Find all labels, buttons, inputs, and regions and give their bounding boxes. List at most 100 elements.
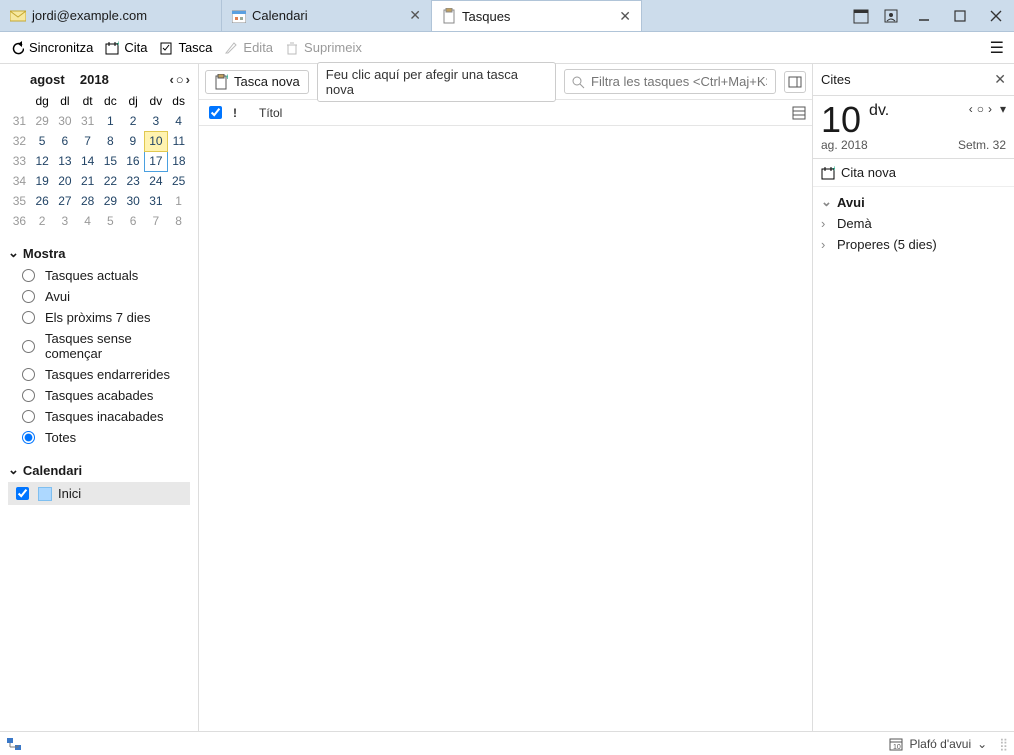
dropdown-icon[interactable]: ▾ [1000, 102, 1006, 116]
status-resize-grip[interactable]: ⣿ [999, 737, 1008, 751]
mostra-radio[interactable] [22, 269, 35, 282]
minical-day[interactable]: 15 [99, 151, 122, 171]
mostra-radio[interactable] [22, 389, 35, 402]
minical-day[interactable]: 25 [167, 171, 190, 191]
minical-day[interactable]: 4 [76, 211, 99, 231]
minical-day[interactable]: 7 [145, 211, 168, 231]
minical-today-button[interactable]: ○ [176, 72, 184, 87]
minical-day[interactable]: 12 [31, 151, 54, 171]
minical-prev-button[interactable]: ‹ [169, 72, 173, 87]
tab-calendar[interactable]: Calendari ✕ [222, 0, 432, 31]
minical-day[interactable]: 2 [122, 111, 145, 131]
mostra-option[interactable]: Tasques actuals [8, 265, 190, 286]
minical-day[interactable]: 26 [31, 191, 54, 211]
tab-tasks[interactable]: Tasques ✕ [432, 0, 642, 31]
minical-day[interactable]: 9 [122, 131, 145, 151]
minical-day[interactable]: 3 [145, 111, 168, 131]
mostra-option[interactable]: Avui [8, 286, 190, 307]
minical-day[interactable]: 31 [145, 191, 168, 211]
minical-day[interactable]: 27 [54, 191, 77, 211]
agenda-section[interactable]: ⌄Avui [813, 191, 1014, 213]
minical-day[interactable]: 7 [76, 131, 99, 151]
mostra-option[interactable]: Tasques inacabades [8, 406, 190, 427]
sync-button[interactable]: Sincronitza [10, 40, 93, 55]
minical-day[interactable]: 20 [54, 171, 77, 191]
mostra-radio[interactable] [22, 368, 35, 381]
minical-day[interactable]: 3 [54, 211, 77, 231]
dropdown-icon[interactable]: ⌄ [977, 737, 987, 751]
calendari-group-header[interactable]: ⌄ Calendari [8, 462, 190, 478]
agenda-section[interactable]: ›Properes (5 dies) [813, 234, 1014, 255]
maximize-button[interactable] [942, 0, 978, 31]
edit-button[interactable]: Edita [224, 40, 273, 55]
done-column-header[interactable] [205, 103, 221, 122]
agenda-section[interactable]: ›Demà [813, 213, 1014, 234]
minical-day[interactable]: 29 [99, 191, 122, 211]
minical-day[interactable]: 29 [31, 111, 54, 131]
minical-day[interactable]: 23 [122, 171, 145, 191]
minical-day[interactable]: 4 [167, 111, 190, 131]
new-task-input[interactable]: Feu clic aquí per afegir una tasca nova [317, 62, 556, 102]
mostra-radio[interactable] [22, 290, 35, 303]
minical-day[interactable]: 14 [76, 151, 99, 171]
right-prev-button[interactable]: ‹ [969, 102, 973, 116]
minical-day[interactable]: 5 [99, 211, 122, 231]
minical-day[interactable]: 28 [76, 191, 99, 211]
minical-next-button[interactable]: › [186, 72, 190, 87]
close-icon[interactable]: ✕ [619, 8, 631, 25]
mostra-group-header[interactable]: ⌄ Mostra [8, 245, 190, 261]
new-task-button[interactable]: Tasca [159, 40, 212, 55]
calendar-item-checkbox[interactable] [16, 487, 29, 500]
mostra-option[interactable]: Els pròxims 7 dies [8, 307, 190, 328]
minical-day[interactable]: 1 [167, 191, 190, 211]
addressbook-shortcut-icon[interactable] [876, 0, 906, 31]
minical-day[interactable]: 17 [145, 151, 168, 171]
minical-day[interactable]: 19 [31, 171, 54, 191]
minical-day[interactable]: 11 [167, 131, 190, 151]
mostra-radio[interactable] [22, 340, 35, 353]
filter-input-wrap[interactable] [564, 69, 776, 94]
mostra-radio[interactable] [22, 410, 35, 423]
minical-day[interactable]: 18 [167, 151, 190, 171]
title-column-header[interactable]: Títol [259, 106, 780, 120]
minical-day[interactable]: 5 [31, 131, 54, 151]
mostra-option[interactable]: Tasques sense començar [8, 328, 190, 364]
new-event-right-button[interactable]: + Cita nova [813, 159, 1014, 187]
mostra-option[interactable]: Tasques endarrerides [8, 364, 190, 385]
today-pane-label[interactable]: Plafó d'avui [909, 737, 971, 751]
menu-button[interactable]: ☰ [990, 38, 1004, 58]
task-list-body[interactable] [199, 126, 812, 731]
mostra-radio[interactable] [22, 311, 35, 324]
right-today-button[interactable]: ○ [977, 102, 984, 116]
minical-day[interactable]: 22 [99, 171, 122, 191]
minical-day[interactable]: 31 [76, 111, 99, 131]
minimize-button[interactable] [906, 0, 942, 31]
delete-button[interactable]: Suprimeix [285, 40, 362, 55]
status-network-icon[interactable] [6, 737, 22, 751]
minical-day[interactable]: 1 [99, 111, 122, 131]
right-next-button[interactable]: › [988, 102, 992, 116]
minical-grid[interactable]: dgdldtdcdjdvds 3129303112343256789101133… [8, 91, 190, 231]
minical-day[interactable]: 6 [122, 211, 145, 231]
minical-day[interactable]: 10 [145, 131, 168, 151]
minical-day[interactable]: 16 [122, 151, 145, 171]
close-icon[interactable]: ✕ [409, 7, 421, 24]
priority-column-header[interactable]: ! [233, 106, 247, 120]
close-right-pane-button[interactable]: ✕ [994, 71, 1006, 88]
minical-day[interactable]: 8 [99, 131, 122, 151]
filter-input[interactable] [589, 73, 769, 90]
tab-mail[interactable]: jordi@example.com [0, 0, 222, 31]
close-window-button[interactable] [978, 0, 1014, 31]
calendar-shortcut-icon[interactable] [846, 0, 876, 31]
mostra-option[interactable]: Totes [8, 427, 190, 448]
minical-day[interactable]: 13 [54, 151, 77, 171]
mostra-option[interactable]: Tasques acabades [8, 385, 190, 406]
new-event-button[interactable]: + Cita [105, 40, 147, 55]
minical-day[interactable]: 8 [167, 211, 190, 231]
calendar-item-inici[interactable]: Inici [8, 482, 190, 505]
minical-day[interactable]: 30 [122, 191, 145, 211]
minical-day[interactable]: 2 [31, 211, 54, 231]
mostra-radio[interactable] [22, 431, 35, 444]
new-task-tool-button[interactable]: + Tasca nova [205, 70, 309, 94]
minical-day[interactable]: 24 [145, 171, 168, 191]
